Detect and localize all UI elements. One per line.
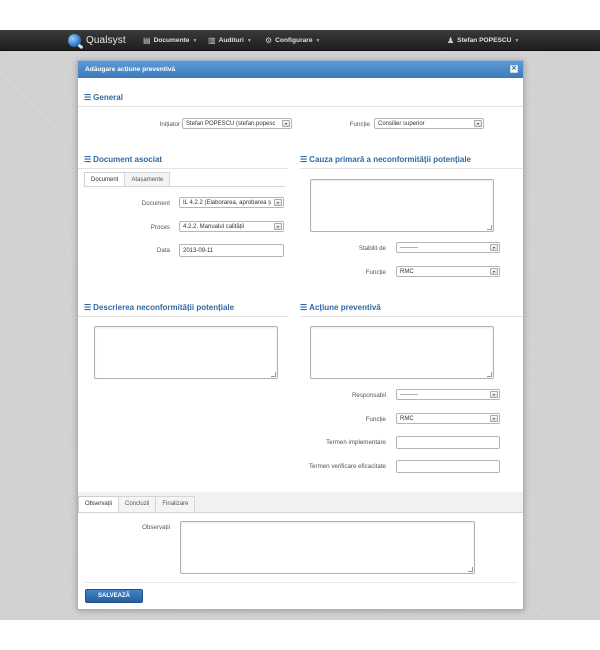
responsabil-label: Responsabil [351, 392, 386, 399]
tab-underline [78, 512, 523, 513]
chevron-down-icon: ▼ [246, 37, 252, 44]
actiune-functie-select[interactable]: RMC ▾ [396, 413, 500, 424]
stabilit-label: Stabilit de [358, 245, 386, 252]
chevron-down-icon: ▾ [274, 223, 282, 230]
document-tabs: Document Atașamente [84, 172, 171, 186]
general-functie-label: Funcție [349, 121, 370, 128]
actiune-functie-value: RMC [400, 416, 414, 422]
nav-documente-label: Documente [153, 37, 190, 44]
brand-name: Qualsyst [86, 35, 126, 46]
observatii-label: Observații [142, 524, 170, 531]
document-label: Document [141, 200, 170, 207]
list-icon: ☰ [84, 93, 92, 102]
actiune-textarea[interactable] [310, 326, 494, 379]
list-icon: ☰ [300, 155, 308, 164]
divider [78, 106, 523, 107]
top-navbar: Qualsyst ▤ Documente ▼ ▥ Audituri ▼ ⚙ Co… [0, 30, 600, 51]
actiune-functie-label: Funcție [365, 416, 386, 423]
tab-underline [84, 186, 285, 187]
save-button[interactable]: SALVEAZĂ [85, 589, 143, 603]
responsabil-select[interactable]: --------- ▾ [396, 389, 500, 400]
termen-verificare-label: Termen verificare eficacitate [308, 463, 386, 470]
termen-verificare-input[interactable] [396, 460, 500, 473]
initiator-value: Stefan POPESCU (stefan.popesc [186, 121, 276, 127]
observatii-textarea[interactable] [180, 521, 475, 574]
document-icon: ▤ [143, 36, 151, 45]
chevron-down-icon: ▾ [490, 268, 498, 275]
clipboard-icon: ▥ [208, 36, 216, 45]
descriere-textarea[interactable] [94, 326, 278, 379]
initiator-label: Inițiator [159, 121, 180, 128]
cauza-functie-value: RMC [400, 269, 414, 275]
nav-audituri[interactable]: ▥ Audituri ▼ [208, 30, 252, 51]
section-actiune-heading: ☰ Acțiune preventivă [300, 303, 381, 312]
chevron-down-icon: ▾ [282, 120, 290, 127]
tab-concluzii[interactable]: Concluzii [118, 496, 157, 512]
nav-user-label: Stefan POPESCU [457, 37, 512, 44]
divider [300, 316, 523, 317]
section-general-heading: ☰ General [84, 93, 123, 102]
section-cauza-title: Cauza primară a neconformității potenția… [309, 155, 471, 164]
termen-implementare-label: Termen implementare [326, 439, 386, 446]
user-icon: ♟ [447, 36, 455, 45]
brand[interactable]: Qualsyst [68, 33, 126, 48]
chevron-down-icon: ▾ [490, 391, 498, 398]
nav-user-menu[interactable]: ♟ Stefan POPESCU ▼ [447, 30, 519, 51]
chevron-down-icon: ▾ [274, 199, 282, 206]
general-functie-select[interactable]: Consilier superior ▾ [374, 118, 484, 129]
section-document-heading: ☰ Document asociat [84, 155, 162, 164]
list-icon: ☰ [84, 155, 92, 164]
proces-label: Proces [150, 224, 170, 231]
divider [300, 168, 523, 169]
section-general-title: General [93, 93, 123, 102]
cauza-functie-select[interactable]: RMC ▾ [396, 266, 500, 277]
nav-audituri-label: Audituri [218, 37, 244, 44]
section-actiune-title: Acțiune preventivă [309, 303, 381, 312]
cauza-functie-label: Funcție [365, 269, 386, 276]
general-functie-value: Consilier superior [378, 121, 425, 127]
nav-configurare-label: Configurare [275, 37, 313, 44]
divider [78, 168, 288, 169]
divider [78, 316, 288, 317]
divider [84, 582, 517, 583]
chevron-down-icon: ▼ [192, 37, 198, 44]
stabilit-value: --------- [400, 245, 418, 251]
add-preventive-action-dialog: Adăugare acțiune preventivă ✕ ☰ General I… [77, 60, 524, 610]
section-document-title: Document asociat [93, 155, 163, 164]
bottom-tabs: Observații Concluzii Finalizare [78, 496, 196, 512]
cauza-textarea[interactable] [310, 179, 494, 232]
dialog-title: Adăugare acțiune preventivă [85, 66, 176, 73]
close-icon[interactable]: ✕ [510, 65, 518, 73]
qualsyst-logo-icon [68, 34, 81, 47]
chevron-down-icon: ▼ [514, 37, 520, 44]
section-cauza-heading: ☰ Cauza primară a neconformității potenți… [300, 155, 471, 164]
proces-value: 4.2.2. Manualul calității [183, 224, 245, 230]
nav-configurare[interactable]: ⚙ Configurare ▼ [265, 30, 321, 51]
document-value: IL 4.2.2 (Elaborarea, aprobarea ș [183, 200, 272, 206]
chevron-down-icon: ▾ [490, 415, 498, 422]
dialog-header: Adăugare acțiune preventivă ✕ [78, 61, 523, 78]
section-descriere-title: Descrierea neconformității potențiale [93, 303, 235, 312]
tab-document[interactable]: Document [84, 172, 126, 186]
list-icon: ☰ [84, 303, 92, 312]
tab-finalizare[interactable]: Finalizare [155, 496, 196, 512]
list-icon: ☰ [300, 303, 308, 312]
termen-implementare-input[interactable] [396, 436, 500, 449]
chevron-down-icon: ▾ [490, 244, 498, 251]
chevron-down-icon: ▼ [315, 37, 321, 44]
nav-documente[interactable]: ▤ Documente ▼ [143, 30, 197, 51]
data-label: Data [156, 247, 170, 254]
proces-select[interactable]: 4.2.2. Manualul calității ▾ [179, 221, 284, 232]
section-descriere-heading: ☰ Descrierea neconformității potențiale [84, 303, 234, 312]
responsabil-value: --------- [400, 392, 418, 398]
tab-observatii[interactable]: Observații [78, 496, 120, 512]
initiator-select[interactable]: Stefan POPESCU (stefan.popesc ▾ [182, 118, 292, 129]
chevron-down-icon: ▾ [474, 120, 482, 127]
document-select[interactable]: IL 4.2.2 (Elaborarea, aprobarea ș ▾ [179, 197, 284, 208]
data-input[interactable]: 2013-09-11 [179, 244, 284, 257]
stabilit-select[interactable]: --------- ▾ [396, 242, 500, 253]
gear-icon: ⚙ [265, 36, 273, 45]
tab-atasamente[interactable]: Atașamente [124, 172, 171, 186]
